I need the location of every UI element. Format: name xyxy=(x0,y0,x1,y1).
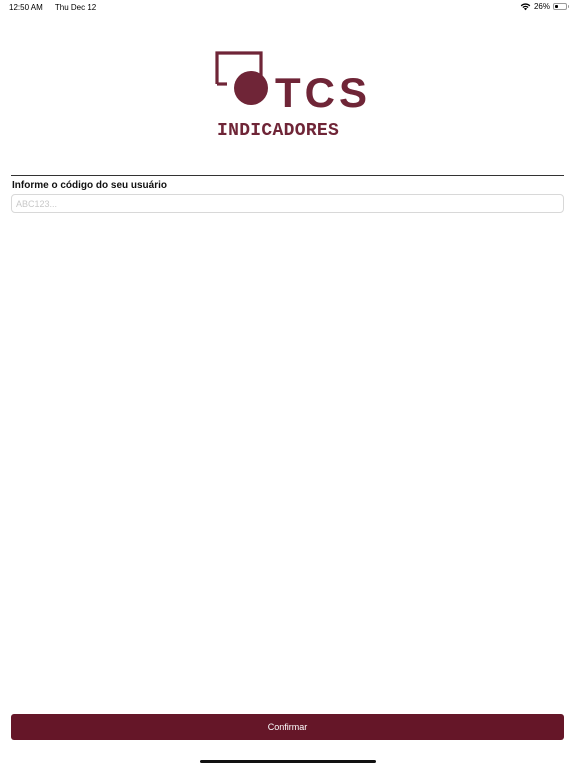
logo-mark-icon xyxy=(215,51,268,105)
user-code-label: Informe o código do seu usuário xyxy=(12,180,168,191)
home-indicator xyxy=(200,760,376,763)
battery-icon xyxy=(553,3,569,10)
status-time: 12:50 AM xyxy=(9,3,43,12)
logo-name: TCS xyxy=(275,69,371,116)
app-screen: 12:50 AM Thu Dec 12 26% TCS INDICADORES … xyxy=(0,0,576,768)
status-left: 12:50 AM Thu Dec 12 xyxy=(9,3,106,12)
battery-percent: 26% xyxy=(533,2,550,11)
tcs-logo: TCS INDICADORES xyxy=(215,51,367,141)
wifi-icon xyxy=(520,3,531,11)
status-date: Thu Dec 12 xyxy=(54,3,97,12)
logo-subtitle: INDICADORES xyxy=(217,121,340,141)
form-divider xyxy=(11,175,564,176)
status-bar: 12:50 AM Thu Dec 12 26% xyxy=(0,0,576,16)
confirm-button[interactable]: Confirmar xyxy=(11,714,564,740)
battery-fill xyxy=(555,5,558,8)
user-code-input[interactable] xyxy=(11,194,564,213)
status-right: 26% xyxy=(520,2,569,11)
